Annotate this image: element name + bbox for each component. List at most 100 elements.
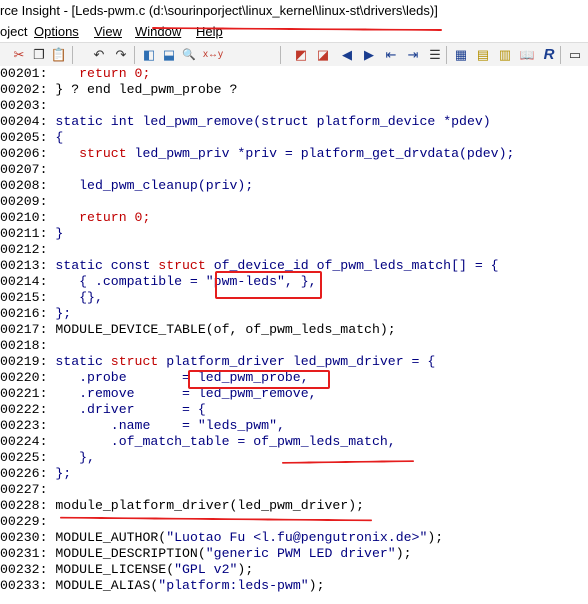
r-logo-icon[interactable]: R (540, 46, 558, 64)
line-number: 00212: (0, 242, 48, 257)
search-icon[interactable]: 🔍 (180, 46, 198, 64)
line-number: 00223: (0, 418, 48, 433)
code-line[interactable]: 00228: module_platform_driver(led_pwm_dr… (0, 498, 588, 514)
code-token: led_pwm_cleanup(priv); (47, 178, 254, 193)
code-line[interactable]: 00204: static int led_pwm_remove(struct … (0, 114, 588, 130)
line-number: 00219: (0, 354, 48, 369)
code-token: "platform:leds-pwm" (158, 578, 309, 593)
code-line[interactable]: 00216: }; (0, 306, 588, 322)
paste-icon[interactable]: 📋 (50, 46, 68, 64)
code-token: "generic PWM LED driver" (205, 546, 396, 561)
code-token: { .compatible = (47, 274, 206, 289)
code-token: "GPL v2" (174, 562, 238, 577)
redo-icon[interactable]: ↷ (112, 46, 130, 64)
jump-prev-icon[interactable]: ⇤ (382, 46, 400, 64)
cut-icon[interactable]: ✂ (10, 46, 28, 64)
symbol-window-icon[interactable]: ▦ (452, 46, 470, 64)
probe-highlight-box (188, 370, 330, 389)
code-line[interactable]: 00201: return 0; (0, 66, 588, 82)
list-icon[interactable]: ☰ (426, 46, 444, 64)
copy-icon[interactable]: ❐ (30, 46, 48, 64)
code-line[interactable]: 00207: (0, 162, 588, 178)
code-line[interactable]: 00217: MODULE_DEVICE_TABLE(of, of_pwm_le… (0, 322, 588, 338)
line-number: 00233: (0, 578, 48, 593)
code-editor[interactable]: 00201: return 0; 00202: } ? end led_pwm_p… (0, 66, 588, 604)
code-token: } ? end led_pwm_probe ? (47, 82, 238, 97)
bookmark-icon[interactable]: ◧ (140, 46, 158, 64)
line-number: 00205: (0, 130, 48, 145)
window-title-suffix: )] (429, 3, 438, 18)
code-line[interactable]: 00203: (0, 98, 588, 114)
line-number: 00211: (0, 226, 48, 241)
code-line[interactable]: 00208: led_pwm_cleanup(priv); (0, 178, 588, 194)
code-token: struct (158, 258, 214, 273)
code-token: static const (47, 258, 159, 273)
code-line[interactable]: 00211: } (0, 226, 588, 242)
code-token: ); (427, 530, 444, 545)
line-number: 00221: (0, 386, 48, 401)
code-token: module_platform_driver(led_pwm_driver); (47, 498, 365, 513)
code-line[interactable]: 00232: MODULE_LICENSE("GPL v2"); (0, 562, 588, 578)
panel-icon[interactable]: ▭ (566, 46, 584, 64)
line-number: 00206: (0, 146, 48, 161)
replace-icon[interactable]: ⬓ (160, 46, 178, 64)
code-line[interactable]: 00209: (0, 194, 588, 210)
code-line[interactable]: 00226: }; (0, 466, 588, 482)
line-number: 00218: (0, 338, 48, 353)
toolbar-separator (72, 46, 73, 64)
code-token: struct (261, 114, 317, 129)
jump-next-icon[interactable]: ⇥ (404, 46, 422, 64)
code-line[interactable]: 00212: (0, 242, 588, 258)
relation-window-icon[interactable]: ▤ (474, 46, 492, 64)
line-number: 00232: (0, 562, 48, 577)
code-line[interactable]: 00230: MODULE_AUTHOR("Luotao Fu <l.fu@pe… (0, 530, 588, 546)
code-token: static int (47, 114, 143, 129)
code-line[interactable]: 00205: { (0, 130, 588, 146)
code-token: return 0; (79, 210, 151, 225)
code-line[interactable]: 00210: return 0; (0, 210, 588, 226)
menu-project[interactable]: oject (0, 22, 27, 42)
code-line[interactable]: 00206: struct led_pwm_priv *priv = platf… (0, 146, 588, 162)
back-icon[interactable]: ◀ (338, 46, 356, 64)
line-number: 00207: (0, 162, 48, 177)
window-title-bar: rce Insight - [Leds-pwm.c (d:\sourinporj… (0, 0, 588, 22)
swap-icon[interactable]: x↔y (200, 46, 226, 64)
code-line[interactable]: 00231: MODULE_DESCRIPTION("generic PWM L… (0, 546, 588, 562)
next-bookmark-icon[interactable]: ◪ (314, 46, 332, 64)
code-line[interactable]: 00227: (0, 482, 588, 498)
book-icon[interactable]: 📖 (518, 46, 536, 64)
code-token: static (47, 354, 111, 369)
line-number: 00204: (0, 114, 48, 129)
code-token: MODULE_LICENSE( (47, 562, 175, 577)
forward-icon[interactable]: ▶ (360, 46, 378, 64)
toolbar-separator (560, 46, 561, 64)
code-token: .of_match_table = of_pwm_leds_match, (47, 434, 396, 449)
code-token: .name = (47, 418, 198, 433)
code-token: MODULE_ALIAS( (47, 578, 159, 593)
code-line[interactable]: 00222: .driver = { (0, 402, 588, 418)
menu-help[interactable]: Help (196, 22, 223, 42)
code-line[interactable]: 00224: .of_match_table = of_pwm_leds_mat… (0, 434, 588, 450)
menu-view[interactable]: View (94, 22, 122, 42)
context-window-icon[interactable]: ▥ (496, 46, 514, 64)
code-line[interactable]: 00202: } ? end led_pwm_probe ? (0, 82, 588, 98)
code-line[interactable]: 00218: (0, 338, 588, 354)
line-number: 00230: (0, 530, 48, 545)
menu-window[interactable]: Window (135, 22, 181, 42)
line-number: 00225: (0, 450, 48, 465)
prev-bookmark-icon[interactable]: ◩ (292, 46, 310, 64)
code-line[interactable]: 00223: .name = "leds_pwm", (0, 418, 588, 434)
line-number: 00226: (0, 466, 48, 481)
toolbar-separator (446, 46, 447, 64)
code-token: struct (110, 354, 167, 369)
code-line[interactable]: 00219: static struct platform_driver led… (0, 354, 588, 370)
code-line[interactable]: 00233: MODULE_ALIAS("platform:leds-pwm")… (0, 578, 588, 594)
line-number: 00217: (0, 322, 48, 337)
undo-icon[interactable]: ↶ (90, 46, 108, 64)
code-token: platform_device *pdev) (316, 114, 491, 129)
line-number: 00222: (0, 402, 48, 417)
code-token: MODULE_AUTHOR( (47, 530, 167, 545)
menu-options[interactable]: Options (34, 22, 79, 42)
